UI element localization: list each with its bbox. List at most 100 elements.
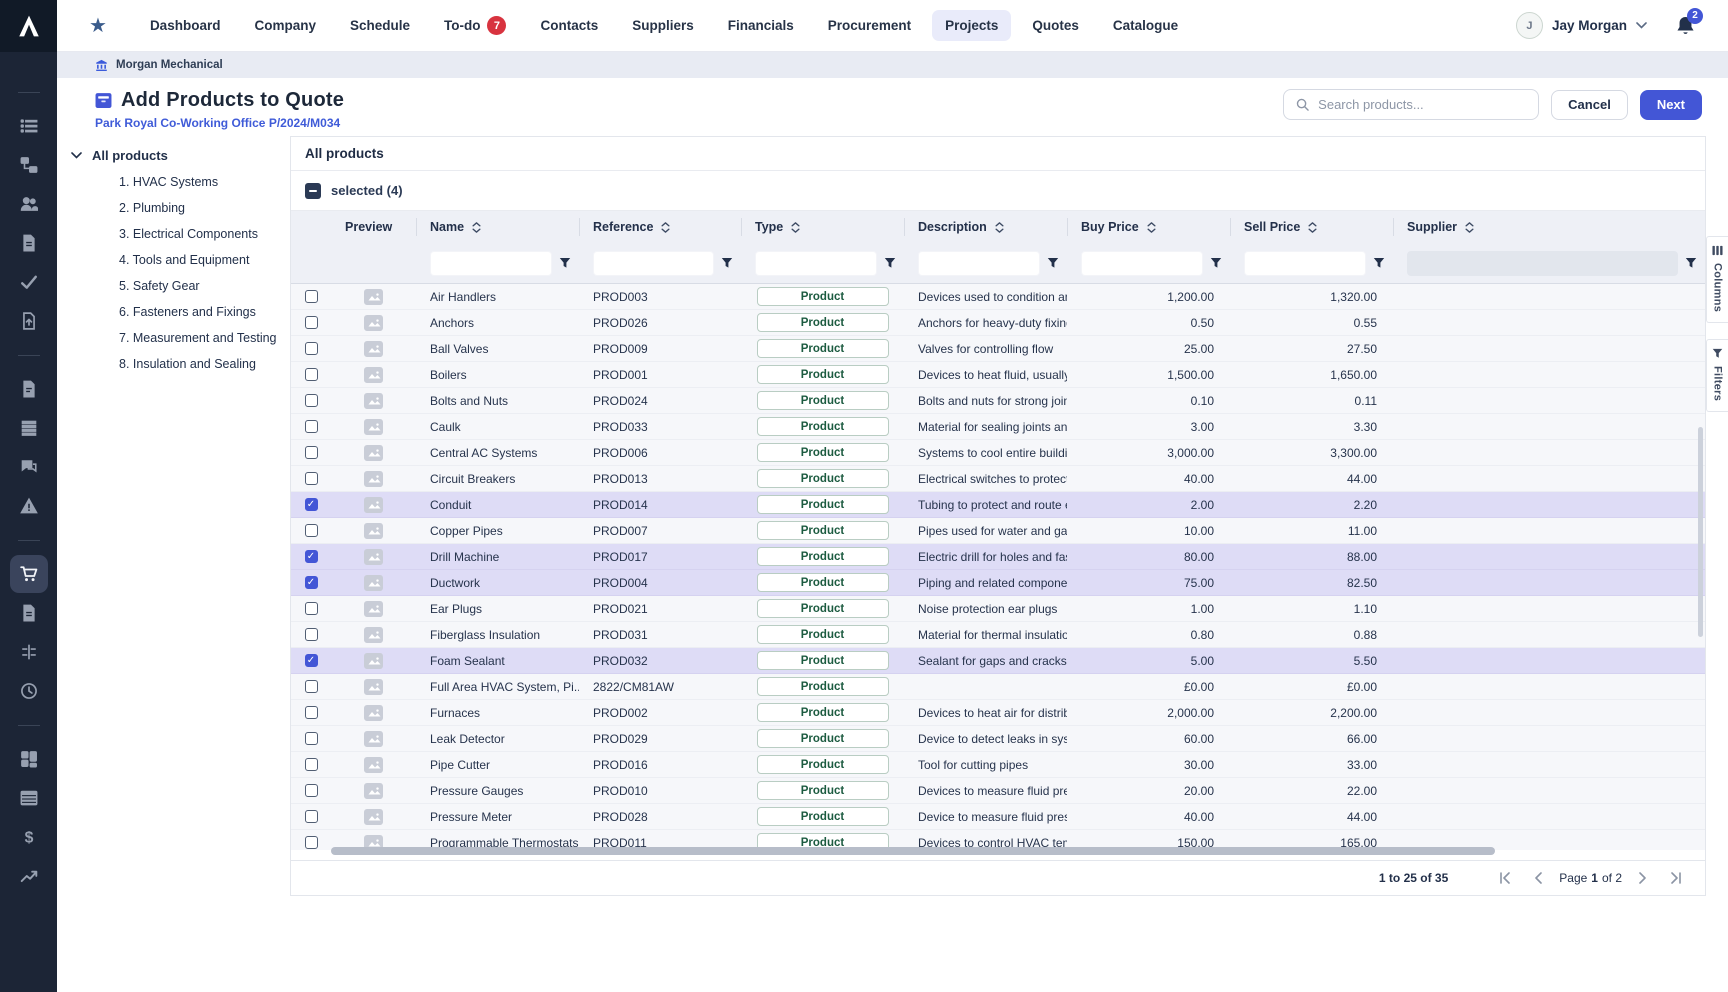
nav-item-to-do[interactable]: To-do 7 xyxy=(431,8,519,43)
tree-item-4-tools-and-equipment[interactable]: 4. Tools and Equipment xyxy=(69,247,290,273)
filter-input-type[interactable] xyxy=(755,250,877,276)
sort-icon[interactable] xyxy=(1308,221,1317,233)
row-checkbox[interactable] xyxy=(304,420,318,433)
horizontal-scrollbar[interactable] xyxy=(331,847,1495,855)
row-checkbox[interactable] xyxy=(304,732,318,745)
nav-item-catalogue[interactable]: Catalogue xyxy=(1100,10,1191,41)
nav-item-suppliers[interactable]: Suppliers xyxy=(619,10,707,41)
filter-funnel-icon[interactable] xyxy=(1047,257,1059,269)
row-checkbox[interactable] xyxy=(304,602,318,615)
tree-root-all-products[interactable]: All products xyxy=(69,148,290,163)
filter-funnel-icon[interactable] xyxy=(1210,257,1222,269)
table-row-boilers[interactable]: Boilers PROD001 Product Devices to heat flu… xyxy=(291,362,1705,388)
grid-icon[interactable] xyxy=(10,740,48,778)
row-checkbox[interactable]: ✓ xyxy=(304,576,318,589)
scrollbar-thumb[interactable] xyxy=(331,847,1495,855)
check-icon[interactable] xyxy=(10,263,48,301)
table-row-copper-pipes[interactable]: Copper Pipes PROD007 Product Pipes used for… xyxy=(291,518,1705,544)
tree-item-1-hvac-systems[interactable]: 1. HVAC Systems xyxy=(69,169,290,195)
row-checkbox[interactable] xyxy=(304,472,318,485)
org-chart-icon[interactable] xyxy=(10,146,48,184)
dollar-icon[interactable]: $ xyxy=(10,818,48,856)
filter-input-reference[interactable] xyxy=(593,250,714,276)
indeterminate-checkbox-icon[interactable] xyxy=(305,182,321,199)
last-page-button[interactable] xyxy=(1663,872,1689,884)
filter-input-description[interactable] xyxy=(918,250,1040,276)
users-icon[interactable] xyxy=(10,185,48,223)
clock-icon[interactable] xyxy=(10,672,48,710)
tree-item-6-fasteners-and-fixings[interactable]: 6. Fasteners and Fixings xyxy=(69,299,290,325)
row-checkbox[interactable] xyxy=(304,316,318,329)
table-row-circuit-breakers[interactable]: Circuit Breakers PROD013 Product Electrical… xyxy=(291,466,1705,492)
rows-icon[interactable] xyxy=(10,409,48,447)
filter-funnel-icon[interactable] xyxy=(721,257,733,269)
row-checkbox[interactable] xyxy=(304,290,318,303)
table-row-ear-plugs[interactable]: Ear Plugs PROD021 Product Noise protection … xyxy=(291,596,1705,622)
filters-panel-tab[interactable]: Filters xyxy=(1706,339,1728,413)
file-upload-icon[interactable] xyxy=(10,302,48,340)
selected-counter[interactable]: selected (4) xyxy=(291,171,1705,211)
nav-item-company[interactable]: Company xyxy=(241,10,329,41)
nav-item-financials[interactable]: Financials xyxy=(715,10,807,41)
column-header-supplier[interactable]: Supplier xyxy=(1393,211,1705,243)
table-row-caulk[interactable]: Caulk PROD033 Product Material for sealing … xyxy=(291,414,1705,440)
table-row-ball-valves[interactable]: Ball Valves PROD009 Product Valves for cont… xyxy=(291,336,1705,362)
file-icon[interactable] xyxy=(10,370,48,408)
search-products-input[interactable] xyxy=(1318,97,1527,112)
table-row-anchors[interactable]: Anchors PROD026 Product Anchors for heavy-d… xyxy=(291,310,1705,336)
sort-icon[interactable] xyxy=(791,221,800,233)
table-row-fiberglass-insulation[interactable]: Fiberglass Insulation PROD031 Product Mater… xyxy=(291,622,1705,648)
table-row-drill-machine[interactable]: ✓ Drill Machine PROD017 Product Electric dri… xyxy=(291,544,1705,570)
column-header-sell-price[interactable]: Sell Price xyxy=(1230,211,1393,243)
favorites-star-icon[interactable]: ★ xyxy=(89,16,107,36)
tree-item-8-insulation-and-sealing[interactable]: 8. Insulation and Sealing xyxy=(69,351,290,377)
first-page-button[interactable] xyxy=(1492,872,1518,884)
notifications-button[interactable]: 2 xyxy=(1675,7,1703,37)
warning-icon[interactable] xyxy=(10,487,48,525)
row-checkbox[interactable] xyxy=(304,394,318,407)
row-checkbox[interactable] xyxy=(304,758,318,771)
filter-funnel-icon[interactable] xyxy=(884,257,896,269)
row-checkbox[interactable] xyxy=(304,680,318,693)
filter-funnel-icon[interactable] xyxy=(559,257,571,269)
cancel-button[interactable]: Cancel xyxy=(1551,89,1628,120)
filter-funnel-icon[interactable] xyxy=(1373,257,1385,269)
filter-input-sell-price[interactable] xyxy=(1244,250,1366,276)
filter-funnel-icon[interactable] xyxy=(1685,257,1697,269)
sort-icon[interactable] xyxy=(1465,221,1474,233)
sort-icon[interactable] xyxy=(661,221,670,233)
scrollbar-thumb[interactable] xyxy=(1698,427,1703,637)
tree-item-2-plumbing[interactable]: 2. Plumbing xyxy=(69,195,290,221)
breadcrumb[interactable]: Morgan Mechanical xyxy=(57,52,1728,78)
table-row-bolts-and-nuts[interactable]: Bolts and Nuts PROD024 Product Bolts and nu… xyxy=(291,388,1705,414)
chat-icon[interactable] xyxy=(10,448,48,486)
table-row-pipe-cutter[interactable]: Pipe Cutter PROD016 Product Tool for cuttin… xyxy=(291,752,1705,778)
sliders-icon[interactable] xyxy=(10,633,48,671)
cart-icon[interactable] xyxy=(9,555,48,593)
row-checkbox[interactable]: ✓ xyxy=(304,498,318,511)
document-icon[interactable] xyxy=(10,594,48,632)
row-checkbox[interactable] xyxy=(304,628,318,641)
list-icon[interactable] xyxy=(10,107,48,145)
columns-panel-tab[interactable]: Columns xyxy=(1706,236,1728,324)
column-header-description[interactable]: Description xyxy=(904,211,1067,243)
column-header-reference[interactable]: Reference xyxy=(579,211,741,243)
column-header-name[interactable]: Name xyxy=(416,211,579,243)
table-icon[interactable] xyxy=(10,779,48,817)
row-checkbox[interactable] xyxy=(304,368,318,381)
trend-icon[interactable] xyxy=(10,857,48,895)
sort-icon[interactable] xyxy=(1147,221,1156,233)
table-row-conduit[interactable]: ✓ Conduit PROD014 Product Tubing to protect … xyxy=(291,492,1705,518)
project-link[interactable]: Park Royal Co-Working Office P/2024/M034 xyxy=(95,116,340,130)
row-checkbox[interactable]: ✓ xyxy=(304,654,318,667)
nav-item-projects[interactable]: Projects xyxy=(932,10,1012,41)
tree-item-5-safety-gear[interactable]: 5. Safety Gear xyxy=(69,273,290,299)
table-row-air-handlers[interactable]: Air Handlers PROD003 Product Devices used t… xyxy=(291,284,1705,310)
row-checkbox[interactable] xyxy=(304,342,318,355)
table-row-foam-sealant[interactable]: ✓ Foam Sealant PROD032 Product Sealant for g… xyxy=(291,648,1705,674)
tree-item-3-electrical-components[interactable]: 3. Electrical Components xyxy=(69,221,290,247)
search-box[interactable] xyxy=(1283,89,1540,120)
row-checkbox[interactable] xyxy=(304,784,318,797)
table-row-pressure-gauges[interactable]: Pressure Gauges PROD010 Product Devices to … xyxy=(291,778,1705,804)
nav-item-quotes[interactable]: Quotes xyxy=(1019,10,1092,41)
